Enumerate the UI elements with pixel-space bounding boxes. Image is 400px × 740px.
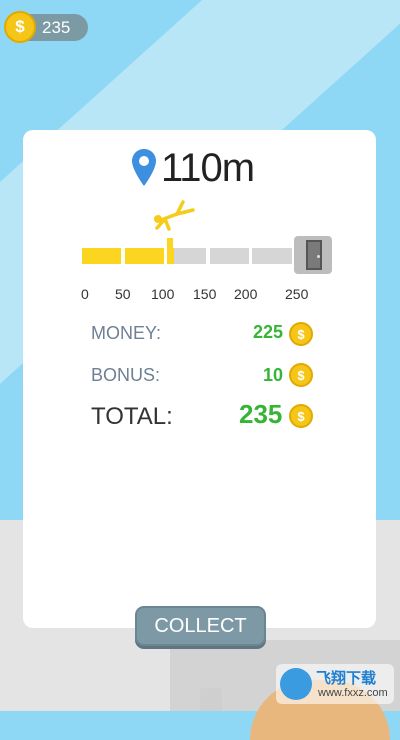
progress-marker [167, 238, 174, 264]
watermark: 飞翔下载 www.fxxz.com [276, 664, 394, 704]
progress-tick: 150 [193, 286, 217, 302]
progress-tick: 0 [81, 286, 89, 302]
watermark-url: www.fxxz.com [318, 687, 388, 699]
progress-tick: 250 [285, 286, 309, 302]
coin-icon: $ [289, 322, 313, 346]
results-card: 110m 0 50 100 150 200 250 MONEY: 225 $ B… [23, 130, 376, 628]
watermark-logo-icon [280, 668, 312, 700]
money-label: MONEY: [91, 323, 162, 343]
coin-count: 235 [42, 18, 71, 37]
door-knob [317, 255, 320, 258]
progress-fill [125, 248, 164, 264]
location-pin-icon [132, 149, 156, 186]
progress-tick: 100 [151, 286, 175, 302]
coin-icon: $ [289, 363, 313, 387]
total-value: 235 [239, 399, 283, 429]
coin-counter: $ 235 [4, 11, 88, 43]
progress-segment [210, 248, 249, 264]
progress-tick: 50 [115, 286, 131, 302]
watermark-title: 飞翔下载 [316, 670, 377, 687]
progress-segment [252, 248, 292, 264]
distance-value: 110m [161, 146, 255, 190]
money-value: 225 [252, 322, 283, 342]
coin-icon: $ [4, 11, 36, 43]
progress-tick: 200 [234, 286, 258, 302]
background-block [200, 688, 222, 711]
progress-fill [82, 248, 121, 264]
jumping-person-icon [154, 200, 195, 231]
collect-button[interactable]: COLLECT [135, 606, 266, 646]
coin-icon: $ [289, 404, 313, 428]
total-label: TOTAL: [91, 403, 173, 430]
bonus-value: 10 [262, 365, 283, 385]
bonus-label: BONUS: [91, 365, 161, 385]
